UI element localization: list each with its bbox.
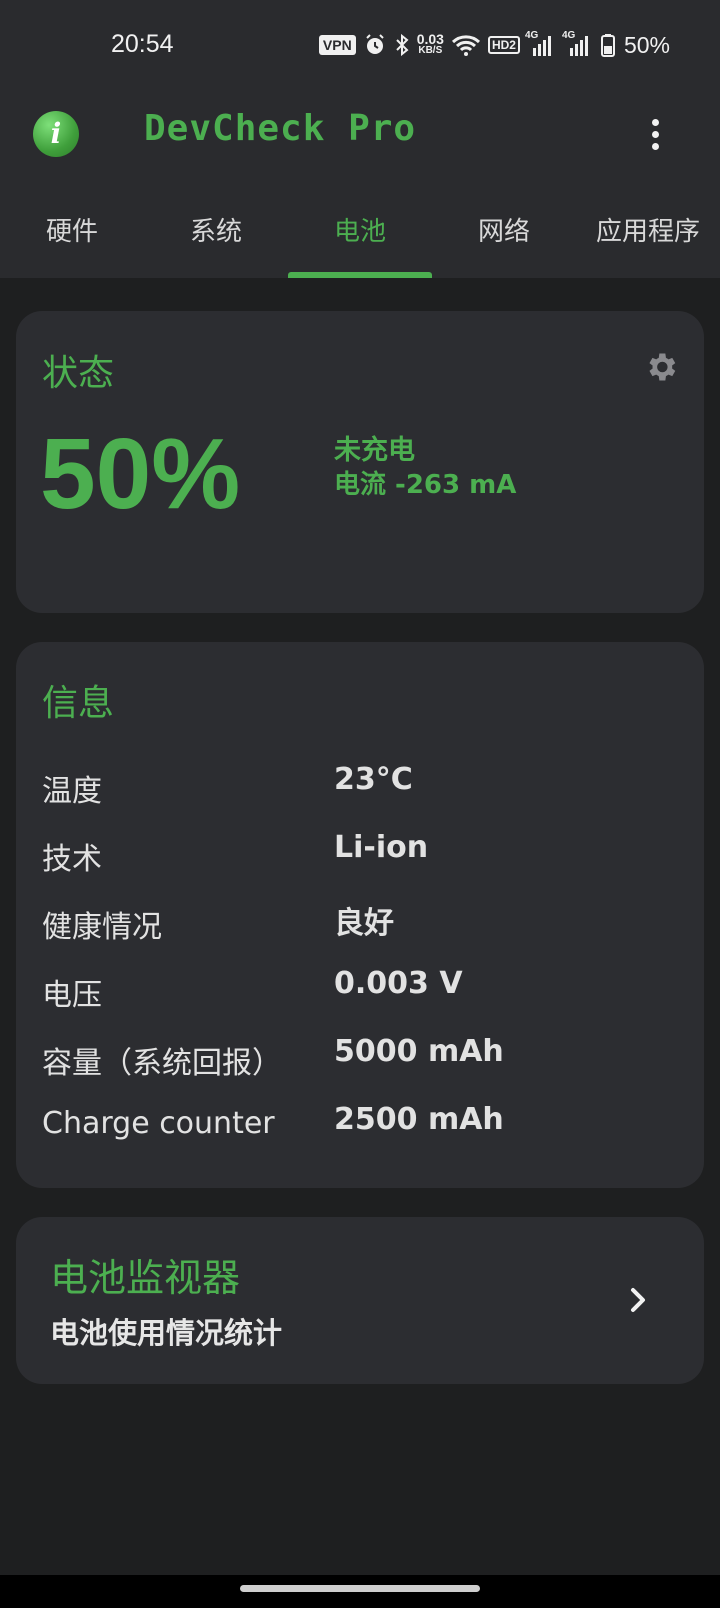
tab-apps[interactable]: 应用程序 bbox=[596, 196, 720, 278]
charge-state: 未充电 bbox=[334, 435, 415, 466]
status-card: 状态 50% 未充电 电流 -263 mA bbox=[16, 311, 704, 613]
status-time: 20:54 bbox=[111, 30, 174, 58]
info-row-value: 0.003 V bbox=[334, 966, 463, 1001]
status-card-title: 状态 bbox=[42, 353, 115, 394]
chevron-right-icon[interactable] bbox=[626, 1285, 650, 1315]
tab-system[interactable]: 系统 bbox=[144, 196, 288, 278]
info-icon[interactable]: i bbox=[33, 111, 79, 157]
info-card-title: 信息 bbox=[42, 683, 115, 724]
signal-sim2-icon: 4G bbox=[562, 30, 594, 56]
alarm-icon bbox=[365, 34, 384, 54]
battery-current: 电流 -263 mA bbox=[334, 470, 517, 500]
battery-icon bbox=[600, 34, 615, 57]
tab-network[interactable]: 网络 bbox=[432, 196, 576, 278]
info-row-label: 温度 bbox=[42, 774, 102, 809]
info-row-value: 23°C bbox=[334, 762, 413, 797]
info-row-label: 健康情况 bbox=[42, 910, 162, 945]
info-row-label: 技术 bbox=[42, 842, 102, 877]
gear-icon[interactable] bbox=[643, 349, 679, 385]
app-title: DevCheck Pro bbox=[144, 108, 417, 149]
info-row-value: 5000 mAh bbox=[334, 1034, 504, 1069]
battery-monitor-title: 电池监视器 bbox=[50, 1256, 241, 1300]
status-bar: 20:54 VPN 0.03 KB/S HD2 4G 4G 50% bbox=[0, 0, 720, 92]
net-speed-unit: KB/S bbox=[418, 45, 443, 56]
bluetooth-icon bbox=[395, 33, 409, 57]
info-row-label: 电压 bbox=[42, 978, 102, 1013]
tab-battery[interactable]: 电池 bbox=[288, 196, 432, 278]
info-row-value: 2500 mAh bbox=[334, 1102, 504, 1137]
hd-voice-icon: HD2 bbox=[487, 36, 520, 54]
vpn-icon: VPN bbox=[318, 35, 356, 55]
overflow-menu-icon[interactable] bbox=[640, 112, 670, 156]
active-tab-indicator bbox=[288, 272, 432, 278]
tab-bar: 硬件 系统 电池 网络 应用程序 bbox=[0, 196, 720, 278]
tab-hardware[interactable]: 硬件 bbox=[0, 196, 144, 278]
battery-percent: 50% bbox=[623, 31, 670, 58]
battery-level: 50% bbox=[40, 418, 241, 530]
signal-sim1-icon: 4G bbox=[525, 30, 557, 56]
battery-monitor-card[interactable]: 电池监视器 电池使用情况统计 bbox=[16, 1217, 704, 1384]
home-gesture-handle[interactable] bbox=[240, 1585, 480, 1592]
network-speed: 0.03 KB/S bbox=[416, 31, 444, 57]
net-speed-value: 0.03 bbox=[416, 31, 444, 47]
info-card: 信息 温度 23°C 技术 Li-ion 健康情况 良好 电压 0.003 V … bbox=[16, 642, 704, 1188]
status-icons: VPN 0.03 KB/S HD2 4G 4G 50% bbox=[318, 28, 670, 62]
navigation-bar bbox=[0, 1575, 720, 1608]
info-row-label: 容量（系统回报） bbox=[42, 1046, 282, 1081]
sim2-label: 4G bbox=[561, 30, 576, 41]
info-row-value: 良好 bbox=[334, 906, 394, 941]
wifi-icon bbox=[451, 35, 480, 56]
info-row-label: Charge counter bbox=[42, 1106, 275, 1141]
info-row-value: Li-ion bbox=[334, 830, 429, 865]
sim1-label: 4G bbox=[524, 30, 539, 41]
battery-monitor-subtitle: 电池使用情况统计 bbox=[50, 1316, 283, 1350]
app-bar: i DevCheck Pro 硬件 系统 电池 网络 应用程序 bbox=[0, 92, 720, 278]
